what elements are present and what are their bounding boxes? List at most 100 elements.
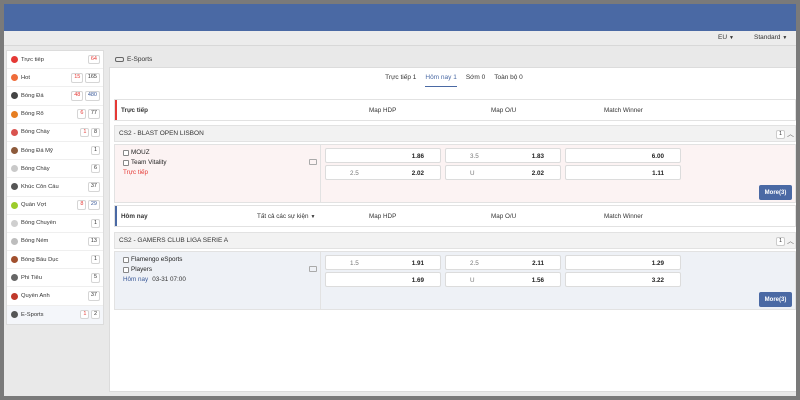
sidebar-item-counts: 13: [87, 236, 100, 247]
sidebar-item[interactable]: E-Sports 1 2: [7, 305, 103, 324]
odds-value: 2.02: [411, 170, 424, 177]
ou-odds-under[interactable]: U 1.56: [445, 272, 561, 287]
sidebar-item[interactable]: Bóng Đá 48 480: [7, 87, 103, 106]
count-badge: 64: [87, 54, 100, 65]
odds-value: 1.91: [411, 260, 424, 267]
event-filter-dropdown[interactable]: Tất cả các sự kiện ▼: [257, 213, 315, 220]
count-badge: 77: [87, 109, 100, 119]
league-row[interactable]: CS2 - GAMERS CLUB LIGA SERIE A 1 ︿: [114, 232, 796, 249]
sidebar-item[interactable]: Khúc Côn Cầu 37: [7, 178, 103, 197]
winner-odds-away[interactable]: 3.22: [565, 272, 681, 287]
rugby-ball-icon: [11, 256, 18, 264]
match-status: Hôm nay: [123, 276, 149, 283]
tab-today[interactable]: Hôm nay 1: [425, 74, 457, 87]
odds-value: 3.22: [651, 277, 664, 284]
sidebar-item[interactable]: Bóng Chuyền 1: [7, 215, 103, 233]
hdp-odds-home[interactable]: 1.86: [325, 148, 441, 163]
chevron-down-icon: ▼: [782, 35, 788, 41]
fire-icon: [11, 74, 18, 82]
sidebar-item-label: Khúc Côn Cầu: [21, 183, 59, 190]
column-match-winner: Match Winner: [604, 107, 643, 114]
count-badge: 29: [87, 200, 100, 210]
chevron-up-icon[interactable]: ︿: [787, 129, 794, 139]
count-badge: 5: [90, 273, 100, 283]
tab-all[interactable]: Toàn bộ 0: [494, 74, 523, 90]
ou-odds-under[interactable]: U 2.02: [445, 165, 561, 180]
sidebar-item-counts: 37: [87, 291, 100, 301]
sidebar-item-label: Bóng Ném: [21, 238, 49, 245]
hdp-odds-away[interactable]: 2.5 2.02: [325, 165, 441, 180]
sidebar-item[interactable]: Quần Vợt 8 29: [7, 197, 103, 215]
sidebar-item[interactable]: Bóng Bầu Dục 1: [7, 251, 103, 270]
home-team: Flamengo eSports: [123, 256, 182, 263]
sidebar-item-counts: 1: [90, 145, 100, 156]
darts-icon: [11, 274, 18, 282]
odds-value: 1.11: [652, 170, 664, 177]
tv-icon[interactable]: [309, 266, 317, 272]
section-accent-bar: [115, 206, 117, 226]
sidebar-item-label: Bóng Rổ: [21, 111, 44, 118]
winner-odds-away[interactable]: 1.11: [565, 165, 681, 180]
chevron-down-icon: ▼: [729, 35, 734, 41]
event-filter-label: Tất cả các sự kiện: [257, 213, 309, 220]
sidebar-item-counts: 1: [90, 218, 100, 229]
section-title: Hôm nay: [121, 213, 148, 220]
odds-value: 1.69: [411, 277, 424, 284]
hdp-odds-away[interactable]: 1.69: [325, 272, 441, 287]
sidebar-item[interactable]: Bóng Chày 1 8: [7, 124, 103, 142]
count-badge: 1: [90, 218, 100, 229]
winner-odds-home[interactable]: 6.00: [565, 148, 681, 163]
odds-format-dropdown[interactable]: EU ▼: [718, 34, 734, 41]
match-schedule: Hôm nay 03-31 07:00: [123, 276, 186, 283]
away-team: Team Vitality: [123, 159, 167, 166]
sidebar-item[interactable]: Trực tiếp 64: [7, 51, 103, 70]
sidebar-item-label: Bóng Chày: [21, 129, 50, 136]
sidebar-item-label: Bóng Đá Mỹ: [21, 147, 53, 154]
ou-odds-over[interactable]: 2.5 2.11: [445, 255, 561, 270]
league-row[interactable]: CS2 - BLAST OPEN LISBON 1 ︿: [114, 125, 796, 142]
sidebar-item[interactable]: Bóng Chày 6: [7, 160, 103, 179]
sidebar-item-counts: 18: [80, 127, 100, 138]
odds-value: 1.56: [531, 277, 544, 284]
sidebar-item-counts: 1: [90, 254, 100, 265]
total-line: 2.5: [470, 260, 479, 267]
ou-odds-over[interactable]: 3.5 1.83: [445, 148, 561, 163]
gamepad-icon: [11, 311, 18, 319]
chevron-down-icon: ▼: [310, 214, 316, 220]
sidebar-item[interactable]: Bóng Đá Mỹ 1: [7, 142, 103, 161]
more-markets-button[interactable]: More(3): [759, 292, 792, 307]
sidebar-item-label: Hot: [21, 74, 31, 81]
match-time: 03-31 07:00: [152, 276, 186, 283]
count-badge: 15: [71, 73, 84, 83]
tab-live[interactable]: Trực tiếp 1: [385, 74, 416, 90]
sidebar-item[interactable]: Hot 15 165: [7, 69, 103, 88]
count-badge: 6: [77, 109, 87, 119]
more-markets-button[interactable]: More(3): [759, 185, 792, 200]
winner-odds-home[interactable]: 1.29: [565, 255, 681, 270]
sidebar-item-counts: 5: [90, 273, 100, 283]
tv-icon[interactable]: [309, 159, 317, 165]
view-mode-dropdown[interactable]: Standard ▼: [754, 34, 787, 41]
sidebar-item-label: Trực tiếp: [21, 56, 44, 63]
sidebar-item-counts: 48 480: [71, 91, 100, 101]
chevron-up-icon[interactable]: ︿: [787, 236, 794, 246]
sidebar-item-label: E-Sports: [21, 311, 44, 318]
tab-early[interactable]: Sớm 0: [466, 74, 485, 90]
total-line: U: [470, 170, 475, 177]
sidebar-item[interactable]: Quyền Anh 37: [7, 287, 103, 306]
count-badge: 1: [80, 309, 90, 320]
odds-format-label: EU: [718, 34, 728, 41]
sidebar-item[interactable]: Bóng Rổ 6 77: [7, 106, 103, 124]
sidebar-item-label: Phi Tiêu: [21, 274, 42, 281]
basketball-icon: [11, 110, 18, 118]
league-name: CS2 - GAMERS CLUB LIGA SERIE A: [119, 237, 229, 244]
gamepad-icon: [115, 57, 124, 62]
live-section-header: Trực tiếp Map HDP Map O/U Match Winner: [114, 99, 796, 121]
hdp-odds-home[interactable]: 1.5 1.91: [325, 255, 441, 270]
count-badge: 48: [71, 91, 84, 101]
view-mode-label: Standard: [754, 34, 781, 41]
count-badge: 165: [84, 73, 100, 83]
sidebar-item[interactable]: Phi Tiêu 5: [7, 269, 103, 288]
sidebar-item[interactable]: Bóng Ném 13: [7, 233, 103, 252]
sidebar-item-counts: 6 77: [77, 109, 100, 119]
